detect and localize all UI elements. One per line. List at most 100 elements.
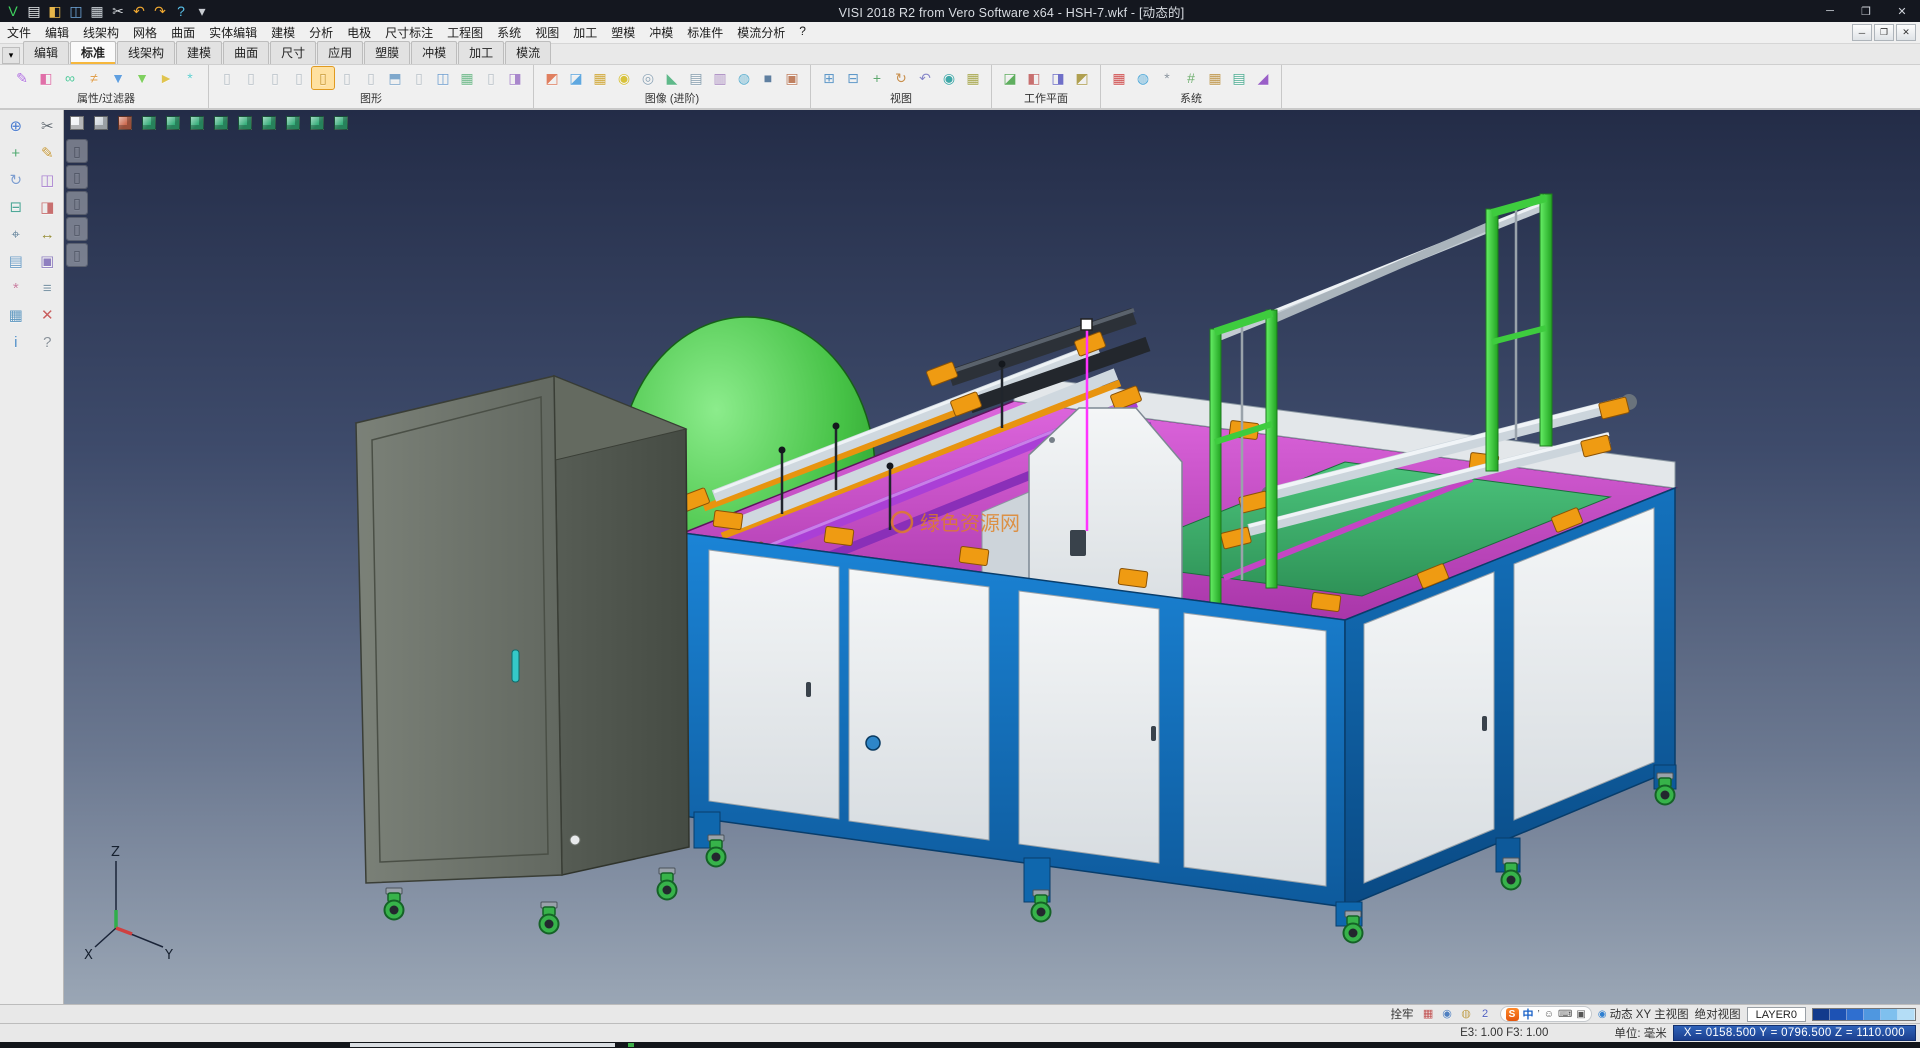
layer-color-swatch[interactable]: [1813, 1009, 1830, 1020]
quick-access-icon[interactable]: ✂: [109, 2, 127, 20]
layer-cylinder-icon[interactable]: ▯: [312, 67, 334, 89]
menu-item[interactable]: 曲面: [164, 22, 202, 43]
left-tool-icon[interactable]: *: [4, 276, 28, 300]
menu-item[interactable]: 网格: [126, 22, 164, 43]
ribbon-tab[interactable]: 编辑: [23, 41, 69, 64]
left-tool-icon[interactable]: ▤: [4, 249, 28, 273]
left-tool-icon[interactable]: ?: [35, 330, 59, 354]
view-cube-icon[interactable]: [330, 112, 351, 133]
clipboard-icon[interactable]: ▯: [67, 166, 87, 188]
view-cube-icon[interactable]: [138, 112, 159, 133]
taskbar-app-icon[interactable]: [628, 1043, 634, 1047]
quick-access-icon[interactable]: ◫: [67, 2, 85, 20]
mdi-minimize-button[interactable]: ─: [1852, 24, 1872, 41]
globe-icon[interactable]: ◍: [1132, 67, 1154, 89]
layer-color-swatch[interactable]: [1847, 1009, 1864, 1020]
view-cube-icon[interactable]: [258, 112, 279, 133]
unchain-icon[interactable]: ≠: [83, 67, 105, 89]
system-plane-icon[interactable]: ◢: [1252, 67, 1274, 89]
view-cube-icon[interactable]: [162, 112, 183, 133]
menu-item[interactable]: 实体编辑: [202, 22, 264, 43]
filter-icon[interactable]: ▼: [107, 67, 129, 89]
layer-cylinder-icon[interactable]: ▯: [408, 67, 430, 89]
layer-cylinder-icon[interactable]: ▯: [480, 67, 502, 89]
camera-icon[interactable]: ◎: [637, 67, 659, 89]
menu-item[interactable]: 标准件: [680, 22, 730, 43]
workplane-align-icon[interactable]: ◨: [1047, 67, 1069, 89]
left-tool-icon[interactable]: ▣: [35, 249, 59, 273]
os-taskbar[interactable]: [0, 1042, 1920, 1048]
color-palette-icon[interactable]: ▦: [1108, 67, 1130, 89]
menu-item[interactable]: 视图: [528, 22, 566, 43]
pan-icon[interactable]: +: [866, 67, 888, 89]
menu-item[interactable]: 模流分析: [730, 22, 792, 43]
layer-color-swatch[interactable]: [1830, 1009, 1847, 1020]
grid-icon[interactable]: #: [1180, 67, 1202, 89]
layer-cylinder-icon[interactable]: ▯: [216, 67, 238, 89]
wireframe-icon[interactable]: ▤: [685, 67, 707, 89]
workplane-icon[interactable]: ◪: [999, 67, 1021, 89]
taskbar-window-preview[interactable]: [350, 1043, 615, 1047]
menu-item[interactable]: 工程图: [440, 22, 490, 43]
ribbon-tab[interactable]: 尺寸: [270, 41, 316, 64]
render-icon[interactable]: ◩: [541, 67, 563, 89]
menu-item[interactable]: 文件: [0, 22, 38, 43]
layer-shade-icon[interactable]: ◨: [504, 67, 526, 89]
left-tool-icon[interactable]: ◨: [35, 195, 59, 219]
view-mode-indicator[interactable]: ◉ 动态 XY 主视图: [1598, 1006, 1689, 1022]
menu-item[interactable]: 系统: [490, 22, 528, 43]
menu-item[interactable]: 冲模: [642, 22, 680, 43]
layer-cylinder-icon[interactable]: ▯: [360, 67, 382, 89]
layer-half-icon[interactable]: ⬒: [384, 67, 406, 89]
left-tool-icon[interactable]: ▦: [4, 303, 28, 327]
filter-reset-icon[interactable]: *: [179, 67, 201, 89]
3d-viewport[interactable]: ▯▯▯▯▯: [64, 110, 1920, 1004]
quick-access-icon[interactable]: ▾: [193, 2, 211, 20]
dynamic-view-icon[interactable]: ◉: [938, 67, 960, 89]
snap-label[interactable]: 拴牢: [1391, 1006, 1414, 1022]
hidden-line-icon[interactable]: ▥: [709, 67, 731, 89]
left-tool-icon[interactable]: ≡: [35, 276, 59, 300]
ime-tool-icon[interactable]: ☺: [1544, 1009, 1554, 1020]
texture-icon[interactable]: ▦: [589, 67, 611, 89]
left-tool-icon[interactable]: +: [4, 141, 28, 165]
light-icon[interactable]: ◉: [613, 67, 635, 89]
mdi-close-button[interactable]: ✕: [1896, 24, 1916, 41]
menu-item[interactable]: 分析: [302, 22, 340, 43]
left-tool-icon[interactable]: ◫: [35, 168, 59, 192]
workplane-xy-icon[interactable]: ◧: [1023, 67, 1045, 89]
ribbon-tab[interactable]: 标准: [70, 41, 116, 64]
match-properties-icon[interactable]: ◧: [35, 67, 57, 89]
left-tool-icon[interactable]: ⊟: [4, 195, 28, 219]
ribbon-tab[interactable]: 塑膜: [364, 41, 410, 64]
chain-icon[interactable]: ∞: [59, 67, 81, 89]
left-tool-icon[interactable]: ↻: [4, 168, 28, 192]
menu-item[interactable]: 建模: [264, 22, 302, 43]
transparency-icon[interactable]: ◍: [733, 67, 755, 89]
layer-pair-icon[interactable]: ◫: [432, 67, 454, 89]
tab-dropdown-icon[interactable]: ▾: [2, 47, 20, 64]
clipboard-icon[interactable]: ▯: [67, 244, 87, 266]
menu-item[interactable]: ?: [792, 22, 813, 43]
workplane-3pt-icon[interactable]: ◩: [1071, 67, 1093, 89]
quick-access-icon[interactable]: ▦: [88, 2, 106, 20]
layer-cylinder-icon[interactable]: ▯: [264, 67, 286, 89]
quick-access-icon[interactable]: ◧: [46, 2, 64, 20]
layer-grid-icon[interactable]: ▦: [456, 67, 478, 89]
ime-tool-icon[interactable]: ⌨: [1558, 1009, 1572, 1020]
active-layer-field[interactable]: LAYER0: [1747, 1007, 1806, 1022]
view-cube-icon[interactable]: [90, 112, 111, 133]
ime-tool-icon[interactable]: ▣: [1576, 1009, 1585, 1020]
quick-access-icon[interactable]: ?: [172, 2, 190, 20]
layer-cylinder-icon[interactable]: ▯: [288, 67, 310, 89]
layer-cylinder-icon[interactable]: ▯: [336, 67, 358, 89]
previous-view-icon[interactable]: ↶: [914, 67, 936, 89]
view-cube-icon[interactable]: [306, 112, 327, 133]
section-icon[interactable]: ◣: [661, 67, 683, 89]
view-cube-icon[interactable]: [186, 112, 207, 133]
menu-item[interactable]: 线架构: [76, 22, 126, 43]
view-cube-icon[interactable]: [114, 112, 135, 133]
zoom-window-icon[interactable]: ⊟: [842, 67, 864, 89]
left-tool-icon[interactable]: ✕: [35, 303, 59, 327]
edit-attributes-icon[interactable]: ✎: [11, 67, 33, 89]
